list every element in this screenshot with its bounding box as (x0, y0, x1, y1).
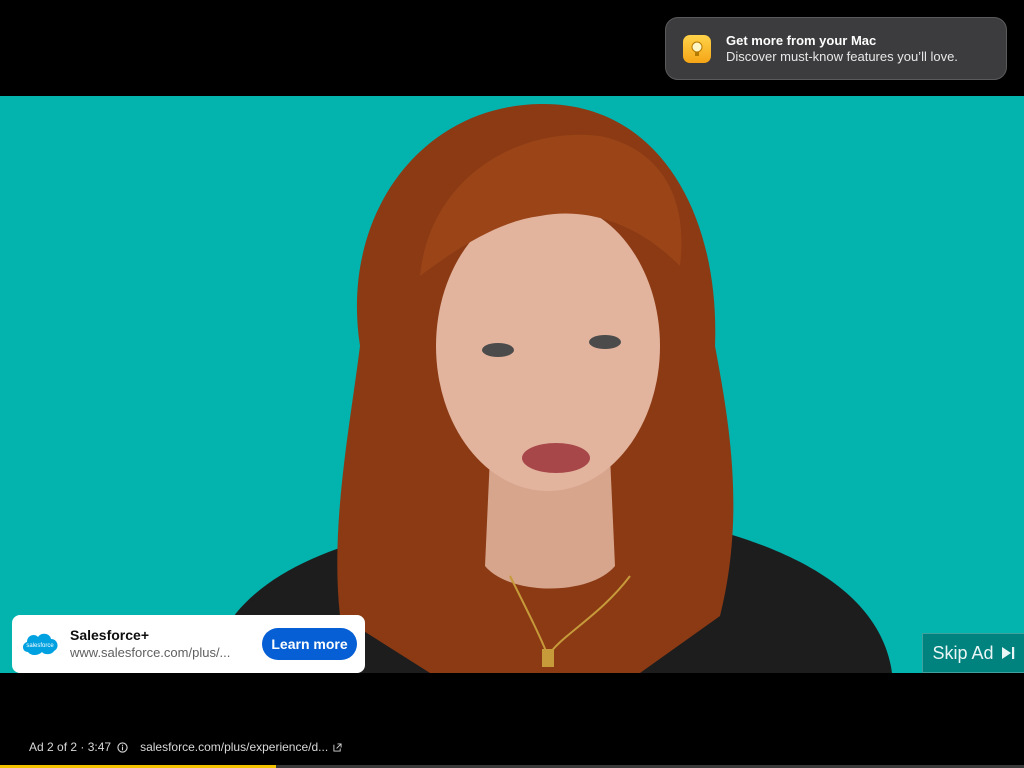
notification-title: Get more from your Mac (726, 32, 877, 48)
ad-title: Salesforce+ (70, 627, 149, 643)
external-link-icon (333, 742, 342, 752)
skip-next-icon (1001, 647, 1014, 659)
logo-text: salesforce (26, 643, 54, 649)
mac-notification[interactable]: Get more from your Mac Discover must-kno… (665, 17, 1007, 80)
notification-text: Get more from your Mac Discover must-kno… (726, 33, 958, 65)
ad-url: www.salesforce.com/plus/... (70, 645, 231, 660)
ad-position: Ad 2 of 2 · 3:47 (29, 740, 112, 754)
salesforce-logo: salesforce (22, 633, 58, 655)
skip-ad-label: Skip Ad (932, 642, 994, 663)
notification-body: Discover must-know features you’ll love. (726, 48, 958, 64)
ad-card[interactable]: salesforce Salesforce+ www.salesforce.co… (12, 615, 365, 673)
video-content (210, 103, 892, 673)
skip-ad-button[interactable]: Skip Ad (922, 633, 1024, 673)
ad-text: Salesforce+ www.salesforce.com/plus/... (70, 626, 250, 662)
video-frame[interactable] (0, 96, 1024, 673)
lightbulb-icon (683, 34, 711, 63)
learn-more-button[interactable]: Learn more (262, 628, 357, 660)
ad-info-bar: Ad 2 of 2 · 3:47 salesforce.com/plus/exp… (29, 740, 342, 754)
video-player: Get more from your Mac Discover must-kno… (0, 0, 1024, 768)
info-icon[interactable] (117, 741, 128, 753)
advertiser-link[interactable]: salesforce.com/plus/experience/d... (140, 740, 328, 754)
